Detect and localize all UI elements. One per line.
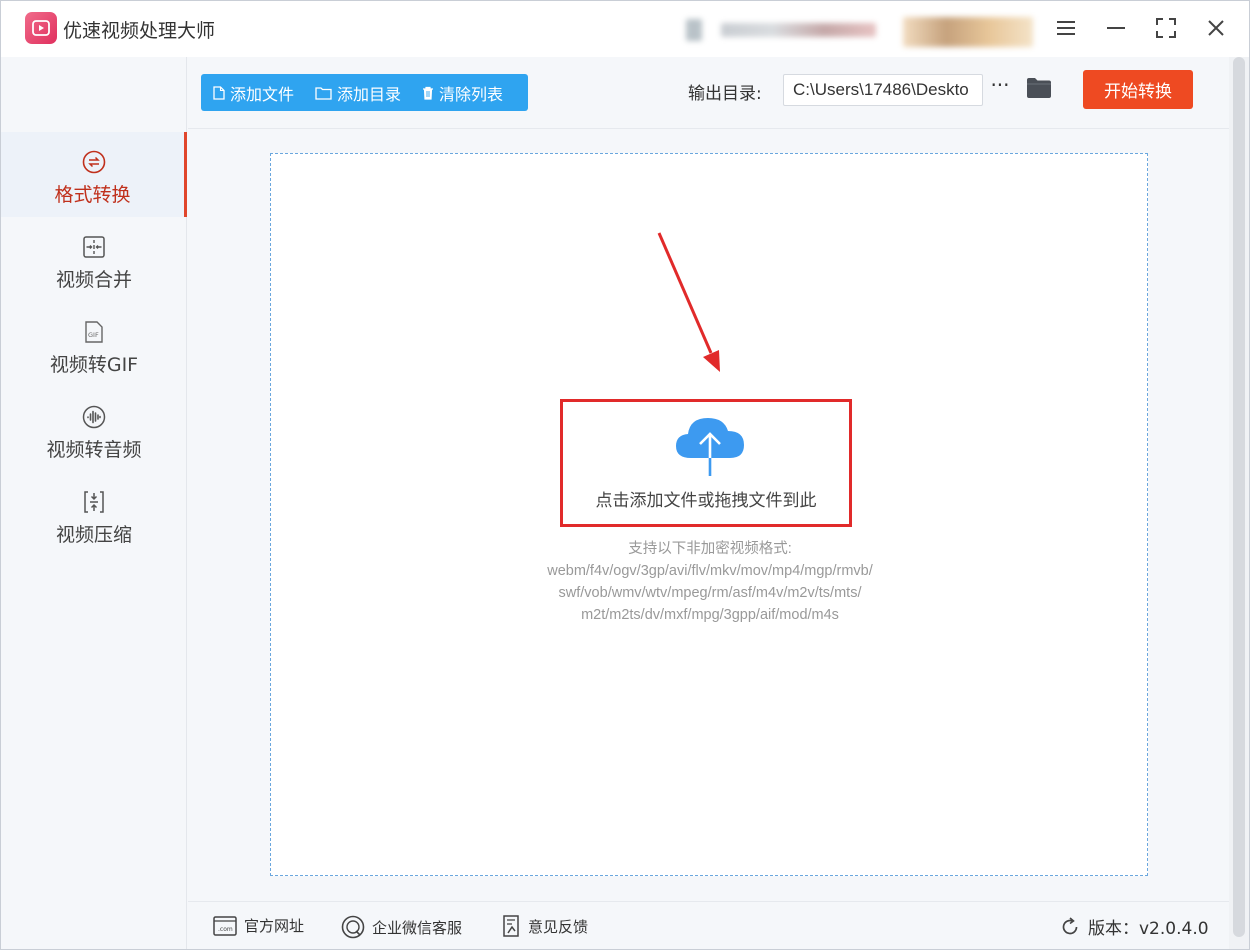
formats-line-2: swf/vob/wmv/wtv/mpeg/rm/asf/m4v/m2v/ts/m… xyxy=(558,585,862,601)
upload-target-highlight[interactable]: 点击添加文件或拖拽文件到此 xyxy=(560,399,852,527)
fullscreen-icon xyxy=(1156,18,1176,38)
sidebar-item-label: 视频转GIF xyxy=(49,354,139,376)
output-dir-field[interactable]: C:\Users\17486\Deskto xyxy=(783,74,983,106)
blurred-account-info xyxy=(686,19,702,41)
close-icon xyxy=(1208,20,1224,36)
open-folder-button[interactable] xyxy=(1026,77,1052,101)
app-logo-icon xyxy=(25,12,57,44)
add-file-button[interactable]: 添加文件 xyxy=(201,74,303,111)
sidebar-item-label: 视频合并 xyxy=(55,269,132,291)
cloud-upload-icon xyxy=(676,418,744,476)
sidebar-item-format-convert[interactable]: 格式转换 xyxy=(1,132,187,217)
version-label: 版本：v2.0.4.0 xyxy=(1088,919,1209,939)
sidebar-item-label: 视频转音频 xyxy=(46,439,142,461)
close-button[interactable] xyxy=(1203,15,1229,41)
wechat-service-link[interactable]: 企业微信客服 xyxy=(341,915,462,939)
more-dots-icon: ··· xyxy=(990,73,1010,97)
sidebar-item-video-to-audio[interactable]: 视频转音频 xyxy=(1,387,187,472)
clear-list-button[interactable]: 清除列表 xyxy=(410,74,512,111)
sidebar-item-video-to-gif[interactable]: GIF 视频转GIF xyxy=(1,302,187,387)
blurred-account-name xyxy=(721,23,876,37)
maximize-button[interactable] xyxy=(1153,15,1179,41)
svg-text:GIF: GIF xyxy=(88,331,99,339)
website-link[interactable]: .com 官方网址 xyxy=(213,915,304,936)
start-convert-label: 开始转换 xyxy=(1104,82,1172,102)
main-content: 点击添加文件或拖拽文件到此 支持以下非加密视频格式: webm/f4v/ogv/… xyxy=(188,130,1229,901)
blurred-vip-badge xyxy=(903,17,1033,47)
audio-wave-icon xyxy=(80,403,108,431)
browse-more-button[interactable]: ··· xyxy=(988,73,1012,100)
compress-icon xyxy=(80,488,108,516)
sidebar-item-label: 格式转换 xyxy=(54,184,131,206)
wechat-chat-icon xyxy=(341,915,365,939)
trash-icon xyxy=(423,86,434,100)
sidebar: 格式转换 视频合并 GIF 视频转GIF 视频转音频 视频压缩 xyxy=(1,57,187,949)
sidebar-item-video-merge[interactable]: 视频合并 xyxy=(1,217,187,302)
toolbar: 添加文件 添加目录 清除列表 输出目录: C:\Users\17486\Desk… xyxy=(188,57,1229,129)
vertical-scrollbar[interactable] xyxy=(1229,57,1249,949)
menu-button[interactable] xyxy=(1053,15,1079,41)
formats-title: 支持以下非加密视频格式: xyxy=(628,541,792,557)
wechat-service-label: 企业微信客服 xyxy=(372,918,463,937)
feedback-label: 意见反馈 xyxy=(528,917,589,936)
add-file-label: 添加文件 xyxy=(230,84,295,104)
file-button-group: 添加文件 添加目录 清除列表 xyxy=(201,74,528,111)
add-folder-button[interactable]: 添加目录 xyxy=(303,74,410,111)
merge-icon xyxy=(80,233,108,261)
footer-bar: .com 官方网址 企业微信客服 意见反馈 版本：v2.0.4.0 xyxy=(188,901,1229,949)
version-info: 版本：v2.0.4.0 xyxy=(1060,914,1209,939)
gif-icon: GIF xyxy=(80,318,108,346)
app-title: 优速视频处理大师 xyxy=(63,20,216,42)
add-folder-label: 添加目录 xyxy=(337,84,402,104)
sidebar-item-label: 视频压缩 xyxy=(55,524,132,546)
formats-line-1: webm/f4v/ogv/3gp/avi/flv/mkv/mov/mp4/mgp… xyxy=(547,563,873,579)
file-drop-zone[interactable]: 点击添加文件或拖拽文件到此 支持以下非加密视频格式: webm/f4v/ogv/… xyxy=(270,153,1148,876)
sidebar-item-video-compress[interactable]: 视频压缩 xyxy=(1,472,187,557)
minimize-button[interactable] xyxy=(1103,15,1129,41)
hamburger-icon xyxy=(1057,21,1075,35)
output-dir-value: C:\Users\17486\Deskto xyxy=(793,80,969,99)
svg-text:.com: .com xyxy=(218,926,233,933)
clear-list-label: 清除列表 xyxy=(439,84,504,104)
website-icon: .com xyxy=(213,915,237,936)
feedback-link[interactable]: 意见反馈 xyxy=(501,915,588,937)
minimize-icon xyxy=(1107,27,1125,29)
app-window: 优速视频处理大师 格式转换 视频合并 GIF 视频转GIF 视频转音频 视频压缩… xyxy=(0,0,1250,950)
scrollbar-thumb[interactable] xyxy=(1233,57,1245,937)
file-icon xyxy=(213,85,225,100)
website-label: 官方网址 xyxy=(244,917,305,935)
folder-icon xyxy=(1027,78,1051,98)
title-bar: 优速视频处理大师 xyxy=(1,1,1249,57)
start-convert-button[interactable]: 开始转换 xyxy=(1083,70,1193,109)
swap-icon xyxy=(80,148,108,176)
formats-line-3: m2t/m2ts/dv/mxf/mpg/3gpp/aif/mod/m4s xyxy=(581,607,839,623)
folder-outline-icon xyxy=(315,86,332,100)
output-dir-label: 输出目录: xyxy=(688,84,762,104)
feedback-icon xyxy=(503,915,519,937)
upload-hint-text: 点击添加文件或拖拽文件到此 xyxy=(595,491,817,511)
refresh-icon[interactable] xyxy=(1060,916,1080,937)
